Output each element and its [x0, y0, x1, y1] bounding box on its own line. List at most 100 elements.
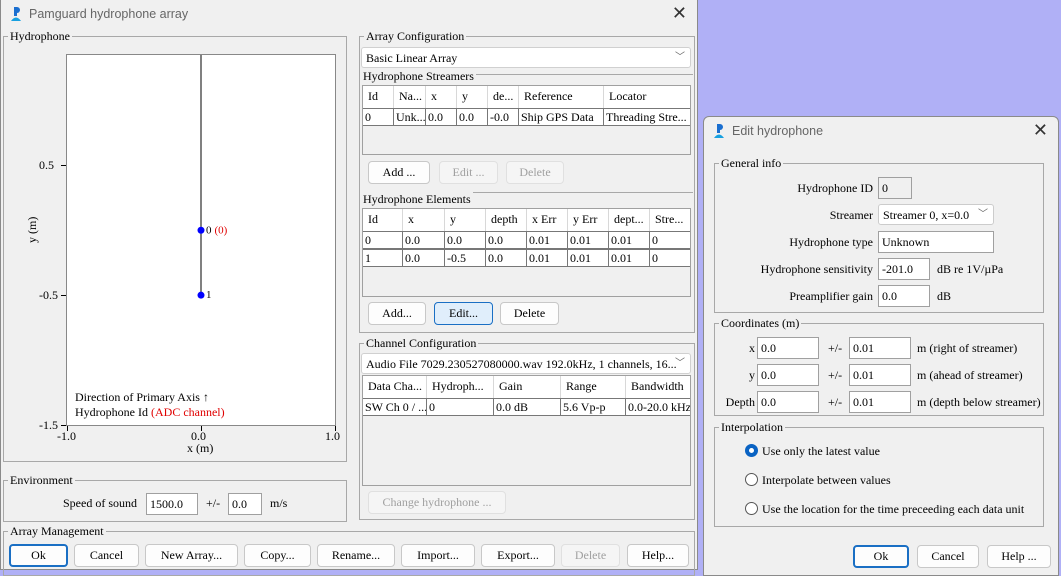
- dialog-ok-button[interactable]: Ok: [853, 545, 909, 568]
- sensitivity-unit: dB re 1V/µPa: [937, 262, 1004, 276]
- hydrophone-panel-label: Hydrophone: [8, 29, 72, 43]
- rename-button[interactable]: Rename...: [317, 544, 395, 567]
- dialog-cancel-button[interactable]: Cancel: [917, 545, 979, 568]
- close-icon[interactable]: ✕: [672, 3, 687, 24]
- streamer-value: Streamer 0, x=0.0: [883, 208, 970, 222]
- preamp-gain-input[interactable]: 0.0: [878, 285, 930, 307]
- export-button[interactable]: Export...: [481, 544, 555, 567]
- hydrophone-type-input[interactable]: Unknown: [878, 231, 994, 253]
- help-button[interactable]: Help...: [627, 544, 689, 567]
- interpolation-option-label[interactable]: Use only the latest value: [762, 444, 880, 458]
- column-header[interactable]: Reference: [519, 86, 604, 108]
- array-type-select[interactable]: Basic Linear Array ﹀: [361, 47, 691, 68]
- table-cell: 0.01: [527, 231, 568, 249]
- table-cell: 0.0 dB: [494, 398, 561, 416]
- table-cell: Unk...: [394, 108, 426, 126]
- column-header[interactable]: Data Cha...: [363, 376, 427, 398]
- column-header[interactable]: x Err: [527, 209, 568, 231]
- dialog-help-button[interactable]: Help ...: [987, 545, 1051, 568]
- column-header[interactable]: Id: [363, 86, 394, 108]
- column-header[interactable]: Na...: [394, 86, 426, 108]
- new-array-button[interactable]: New Array...: [145, 544, 238, 567]
- column-header[interactable]: y: [445, 209, 486, 231]
- coord-error-input[interactable]: 0.01: [849, 364, 911, 386]
- table-cell: 0.0: [457, 108, 488, 126]
- column-header[interactable]: Locator: [604, 86, 690, 108]
- channels-table[interactable]: Data Cha... Hydroph... Gain Range Bandwidth S…: [362, 375, 691, 486]
- table-row[interactable]: 1 0.0 -0.5 0.0 0.01 0.01 0.01 0: [363, 249, 690, 267]
- array-type-value: Basic Linear Array: [366, 51, 458, 65]
- column-header[interactable]: Hydroph...: [427, 376, 494, 398]
- column-header[interactable]: Gain: [494, 376, 561, 398]
- table-row[interactable]: 0 0.0 0.0 0.0 0.01 0.01 0.01 0: [363, 231, 690, 249]
- coord-value-input[interactable]: 0.0: [757, 364, 819, 386]
- table-row[interactable]: 0 Unk... 0.0 0.0 -0.0 Ship GPS Data Threading …: [363, 108, 690, 126]
- chevron-down-icon: ﹀: [675, 52, 685, 63]
- chevron-down-icon: ﹀: [675, 358, 685, 369]
- column-header[interactable]: dept...: [609, 209, 650, 231]
- delete-element-button[interactable]: Delete: [500, 302, 559, 325]
- array-management-label: Array Management: [8, 524, 106, 538]
- interpolation-radio[interactable]: [745, 502, 758, 515]
- column-header[interactable]: Bandwidth: [626, 376, 690, 398]
- sensitivity-input[interactable]: -201.0: [878, 258, 930, 280]
- legend-id-text: Hydrophone Id: [75, 405, 148, 419]
- column-header[interactable]: y: [457, 86, 488, 108]
- delete-array-button[interactable]: Delete: [561, 544, 620, 567]
- add-streamer-button[interactable]: Add ...: [368, 161, 430, 184]
- table-cell: 0.01: [568, 249, 609, 267]
- pamguard-logo-icon: [11, 7, 21, 21]
- import-button[interactable]: Import...: [401, 544, 475, 567]
- interpolation-radio[interactable]: [745, 444, 758, 457]
- coord-value-input[interactable]: 0.0: [757, 391, 819, 413]
- audio-source-value: Audio File 7029.230527080000.wav 192.0kH…: [366, 357, 677, 371]
- general-info-panel: General info Hydrophone ID 0 Streamer St…: [714, 156, 1044, 313]
- cancel-button[interactable]: Cancel: [74, 544, 139, 567]
- column-header[interactable]: x: [403, 209, 445, 231]
- table-cell: 0.01: [609, 231, 650, 249]
- speed-of-sound-input[interactable]: 1500.0: [146, 493, 198, 515]
- audio-source-select[interactable]: Audio File 7029.230527080000.wav 192.0kH…: [361, 353, 691, 374]
- column-header[interactable]: Stre...: [650, 209, 690, 231]
- close-icon[interactable]: ✕: [1033, 120, 1048, 141]
- ok-button[interactable]: Ok: [9, 544, 68, 567]
- table-cell: 0: [650, 249, 690, 267]
- copy-button[interactable]: Copy...: [244, 544, 311, 567]
- table-header: Id x y depth x Err y Err dept... Stre...: [363, 209, 690, 231]
- edit-element-button[interactable]: Edit...: [434, 302, 493, 325]
- column-header[interactable]: y Err: [568, 209, 609, 231]
- coord-error-input[interactable]: 0.01: [849, 337, 911, 359]
- change-hydrophone-button[interactable]: Change hydrophone ...: [368, 491, 506, 514]
- table-cell: 0.0-20.0 kHz: [626, 398, 691, 416]
- streamers-table[interactable]: Id Na... x y de... Reference Locator 0 Unk... 0.0…: [362, 85, 691, 155]
- interpolation-label: Interpolation: [719, 420, 785, 434]
- dialog-title: Edit hydrophone: [732, 124, 824, 138]
- table-header: Data Cha... Hydroph... Gain Range Bandwidth: [363, 376, 690, 398]
- delete-streamer-button[interactable]: Delete: [506, 161, 564, 184]
- speed-unit-label: m/s: [270, 496, 288, 510]
- streamer-select[interactable]: Streamer 0, x=0.0 ﹀: [878, 204, 994, 225]
- general-info-label: General info: [719, 156, 784, 170]
- speed-error-input[interactable]: 0.0: [228, 493, 262, 515]
- table-cell: Threading Stre...: [604, 108, 690, 126]
- interpolation-radio[interactable]: [745, 473, 758, 486]
- table-row[interactable]: SW Ch 0 / ... 0 0.0 dB 5.6 Vp-p 0.0-20.0 kHz: [363, 398, 691, 416]
- edit-streamer-button[interactable]: Edit ...: [439, 161, 498, 184]
- column-header[interactable]: x: [426, 86, 457, 108]
- coord-error-input[interactable]: 0.01: [849, 391, 911, 413]
- interpolation-option-label[interactable]: Use the location for the time preceeding…: [762, 502, 1024, 516]
- interpolation-option-label[interactable]: Interpolate between values: [762, 473, 891, 487]
- column-header[interactable]: Id: [363, 209, 403, 231]
- y-tick-label: 0.5: [39, 158, 54, 173]
- add-element-button[interactable]: Add...: [368, 302, 426, 325]
- table-cell: 0.01: [568, 231, 609, 249]
- plus-minus-label: +/-: [206, 496, 221, 510]
- coord-value-input[interactable]: 0.0: [757, 337, 819, 359]
- column-header[interactable]: Range: [561, 376, 626, 398]
- column-header[interactable]: de...: [488, 86, 519, 108]
- preamp-gain-unit: dB: [937, 289, 952, 303]
- elements-table[interactable]: Id x y depth x Err y Err dept... Stre... 0 0.0 0.0…: [362, 208, 691, 297]
- column-header[interactable]: depth: [486, 209, 527, 231]
- hydrophone-id: 0: [206, 224, 212, 236]
- legend-hydrophone-id: Hydrophone Id (ADC channel): [75, 405, 225, 419]
